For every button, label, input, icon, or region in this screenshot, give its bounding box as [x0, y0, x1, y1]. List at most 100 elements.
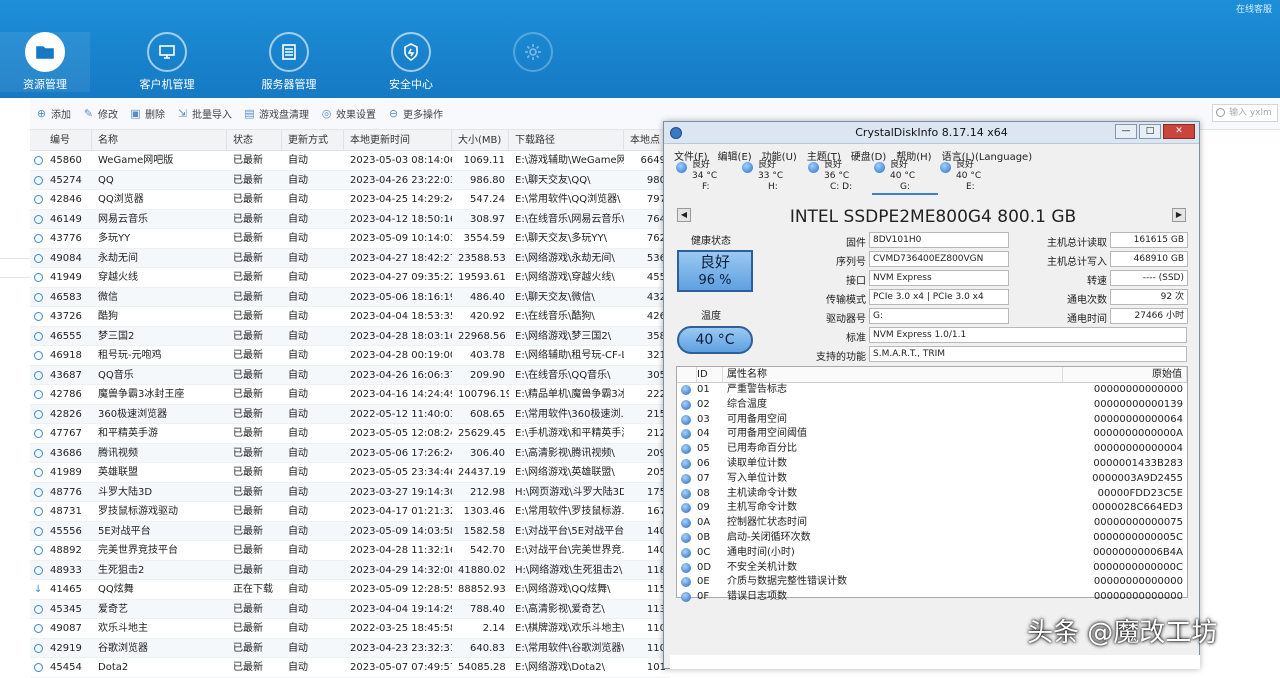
drive-tab-h[interactable]: 良好 33 °C H:: [740, 160, 806, 195]
col-download-path[interactable]: 下载路径: [509, 130, 624, 150]
smart-attribute-table[interactable]: ID 属性名称 原始值 01 严重警告标志 00000000000000 02 综合温度…: [676, 366, 1188, 603]
nav-settings[interactable]: [488, 32, 578, 76]
delete-button[interactable]: ▣ 删除: [130, 106, 165, 121]
row-id: 42826: [50, 408, 82, 420]
watermark: 头条 @魔改工坊: [1027, 618, 1218, 648]
table-row[interactable]: 43726 酷狗 已最新 自动 2023-04-04 18:53:35 420.92 E:\…: [30, 307, 670, 327]
attr-row[interactable]: 06 读取单位计数 0000001433B283: [677, 457, 1187, 472]
table-cell: E:\网络游戏\永劫无间\: [515, 252, 615, 264]
table-row[interactable]: 48892 完美世界竞技平台 已最新 自动 2023-04-28 11:32:16 542…: [30, 541, 670, 561]
batch-import-button[interactable]: ⇲ 批量导入: [177, 106, 232, 121]
import-icon: ⇲: [177, 107, 188, 120]
attr-name: 启动-关闭循环次数: [727, 531, 811, 543]
attr-row[interactable]: 0A 控制器忙状态时间 00000000000075: [677, 516, 1187, 531]
table-row[interactable]: 49084 永劫无间 已最新 自动 2023-04-27 18:42:27 23588.5…: [30, 248, 670, 268]
table-row[interactable]: 42919 谷歌浏览器 已最新 自动 2023-04-23 23:32:31 640.83…: [30, 638, 670, 658]
minimize-button[interactable]: —: [1115, 124, 1137, 139]
table-row[interactable]: 42846 QQ浏览器 已最新 自动 2023-04-25 14:29:24 547.24…: [30, 190, 670, 210]
table-row[interactable]: 46918 租号玩-元咆鸡 已最新 自动 2023-04-28 00:19:00 403.…: [30, 346, 670, 366]
top-nav-bar: 在线客服 资源管理 客户机管理 服务器管理 安全中心: [0, 0, 1280, 98]
attr-row[interactable]: 0C 通电时间(小时) 00000000006B4A: [677, 546, 1187, 561]
nav-client-management[interactable]: 客户机管理: [122, 32, 212, 92]
more-actions-button[interactable]: ⊖ 更多操作: [388, 106, 443, 121]
table-row[interactable]: 48933 生死狙击2 已最新 自动 2023-04-29 14:32:08 41880.…: [30, 560, 670, 580]
table-row[interactable]: 46149 网易云音乐 已最新 自动 2023-04-12 18:50:16 308.97…: [30, 209, 670, 229]
table-cell: 已最新: [233, 525, 263, 537]
table-row[interactable]: 43776 多玩YY 已最新 自动 2023-05-09 10:14:03 3554.59…: [30, 229, 670, 249]
download-icon: ↓: [34, 584, 43, 595]
nav-server-management[interactable]: 服务器管理: [244, 32, 334, 92]
table-row[interactable]: 45556 5E对战平台 已最新 自动 2023-05-09 14:03:58 1582.…: [30, 521, 670, 541]
attr-col-raw[interactable]: 原始值: [1063, 367, 1187, 382]
table-row[interactable]: 49087 欢乐斗地主 已最新 自动 2022-03-25 18:45:58 2.14 E:…: [30, 619, 670, 639]
search-input[interactable]: 输入 yxlm: [1212, 104, 1278, 122]
table-row[interactable]: 46555 梦三国2 已最新 自动 2023-04-28 18:03:16 22968.5…: [30, 326, 670, 346]
nav-resource-management[interactable]: 资源管理: [0, 32, 90, 92]
attr-id: 0C: [697, 546, 711, 558]
nav-security-center[interactable]: 安全中心: [366, 32, 456, 92]
table-cell: 已最新: [233, 486, 263, 498]
attr-row[interactable]: 02 综合温度 00000000000139: [677, 398, 1187, 413]
col-status[interactable]: 状态: [227, 130, 282, 150]
table-cell: 41880.02: [458, 564, 506, 576]
attr-row[interactable]: 03 可用备用空间 00000000000064: [677, 413, 1187, 428]
table-cell: 自动: [288, 447, 308, 459]
table-cell: 41989: [30, 463, 92, 482]
table-row[interactable]: 42826 360极速浏览器 已最新 自动 2022-05-12 11:40:03 608…: [30, 404, 670, 424]
add-button[interactable]: ⊕ 添加: [36, 106, 71, 121]
table-row[interactable]: 41989 英雄联盟 已最新 自动 2023-05-05 23:34:46 24437.1…: [30, 463, 670, 483]
attr-row[interactable]: 05 已用寿命百分比 00000000000004: [677, 442, 1187, 457]
attr-row[interactable]: 08 主机读命令计数 00000FDD23C5E: [677, 487, 1187, 502]
window-title-bar[interactable]: CrystalDiskInfo 8.17.14 x64 — □ ✕: [664, 122, 1199, 144]
table-row[interactable]: 43687 QQ音乐 已最新 自动 2023-04-26 16:06:37 209.90 E…: [30, 365, 670, 385]
drive-tab-e[interactable]: 良好 40 °C E:: [938, 160, 1004, 195]
next-disk-button[interactable]: ▶: [1172, 208, 1186, 222]
disk-icon: ▤: [244, 107, 255, 120]
col-id[interactable]: 编号: [30, 130, 92, 150]
table-row[interactable]: 45860 WeGame网吧版 已最新 自动 2023-05-03 08:14:06 10…: [30, 151, 670, 171]
col-name[interactable]: 名称: [92, 130, 227, 150]
col-update-mode[interactable]: 更新方式: [282, 130, 344, 150]
attr-row[interactable]: 0F 错误日志项数 00000000000000: [677, 590, 1187, 605]
table-cell: 2023-04-28 00:19:00: [350, 350, 452, 361]
attr-row[interactable]: 01 严重警告标志 00000000000000: [677, 383, 1187, 398]
row-id: 43776: [50, 233, 82, 244]
attr-row[interactable]: 0D 不安全关机计数 0000000000000C: [677, 561, 1187, 576]
table-row[interactable]: 45454 Dota2 已最新 自动 2023-05-07 07:49:57 54085.…: [30, 658, 670, 678]
table-row[interactable]: 45274 QQ 已最新 自动 2023-04-26 23:22:03 986.80 E:\…: [30, 170, 670, 190]
table-row[interactable]: 42786 魔兽争霸3冰封王座 已最新 自动 2023-04-16 14:24:49 10…: [30, 385, 670, 405]
effect-settings-button[interactable]: ◎ 效果设置: [321, 106, 376, 121]
table-row[interactable]: 48776 斗罗大陆3D 已最新 自动 2023-03-27 19:14:30 212.9…: [30, 482, 670, 502]
table-row[interactable]: 41949 穿越火线 已最新 自动 2023-04-27 09:35:22 19593.6…: [30, 268, 670, 288]
table-row[interactable]: 43686 腾讯视频 已最新 自动 2023-05-06 17:26:24 306.40 E…: [30, 443, 670, 463]
attr-row[interactable]: 07 写入单位计数 0000003A9D2455: [677, 472, 1187, 487]
col-size[interactable]: 大小(MB): [452, 130, 509, 150]
table-cell: E:\在线音乐\网易云音乐\: [515, 213, 624, 225]
attr-id: 0D: [697, 561, 712, 573]
table-cell: 42786: [30, 385, 92, 404]
attr-id: 06: [697, 457, 710, 469]
table-cell: 已最新: [233, 545, 263, 556]
edit-button[interactable]: ✎ 修改: [83, 106, 118, 121]
table-row[interactable]: ↓ 41465 QQ炫舞 正在下载 自动 2023-05-09 12:28:55 88852…: [30, 580, 670, 600]
table-cell: 2023-04-16 14:24:49: [350, 389, 452, 400]
drive-tab-cd[interactable]: 良好 36 °C C: D:: [806, 160, 872, 195]
attr-row[interactable]: 0B 启动-关闭循环次数 0000000000005C: [677, 531, 1187, 546]
attr-row[interactable]: 09 主机写命令计数 0000028C664ED3: [677, 501, 1187, 516]
table-row[interactable]: 48731 罗技鼠标游戏驱动 已最新 自动 2023-04-17 01:21:32 130…: [30, 502, 670, 522]
maximize-button[interactable]: □: [1139, 124, 1161, 139]
online-service-link[interactable]: 在线客服: [1236, 2, 1272, 15]
attr-id: 0A: [697, 517, 711, 529]
attr-row[interactable]: 0E 介质与数据完整性错误计数 00000000000000: [677, 575, 1187, 590]
close-button[interactable]: ✕: [1163, 124, 1195, 139]
drive-tab-f[interactable]: 良好 34 °C F:: [674, 160, 740, 195]
table-row[interactable]: 47767 和平精英手游 已最新 自动 2023-05-05 12:08:24 25629…: [30, 424, 670, 444]
table-row[interactable]: 46583 微信 已最新 自动 2023-05-06 18:16:19 486.40 E:\…: [30, 287, 670, 307]
disk-cleanup-button[interactable]: ▤ 游戏盘清理: [244, 106, 309, 121]
attr-col-id[interactable]: ID: [697, 367, 723, 382]
attr-col-name[interactable]: 属性名称: [723, 367, 1063, 382]
col-local-update-time[interactable]: 本地更新时间: [344, 130, 452, 150]
attr-row[interactable]: 04 可用备用空间阈值 0000000000000A: [677, 427, 1187, 442]
drive-tab-g[interactable]: 良好 40 °C G:: [872, 160, 938, 195]
table-row[interactable]: 45345 爱奇艺 已最新 自动 2023-04-04 19:14:29 788.40 E:…: [30, 599, 670, 619]
